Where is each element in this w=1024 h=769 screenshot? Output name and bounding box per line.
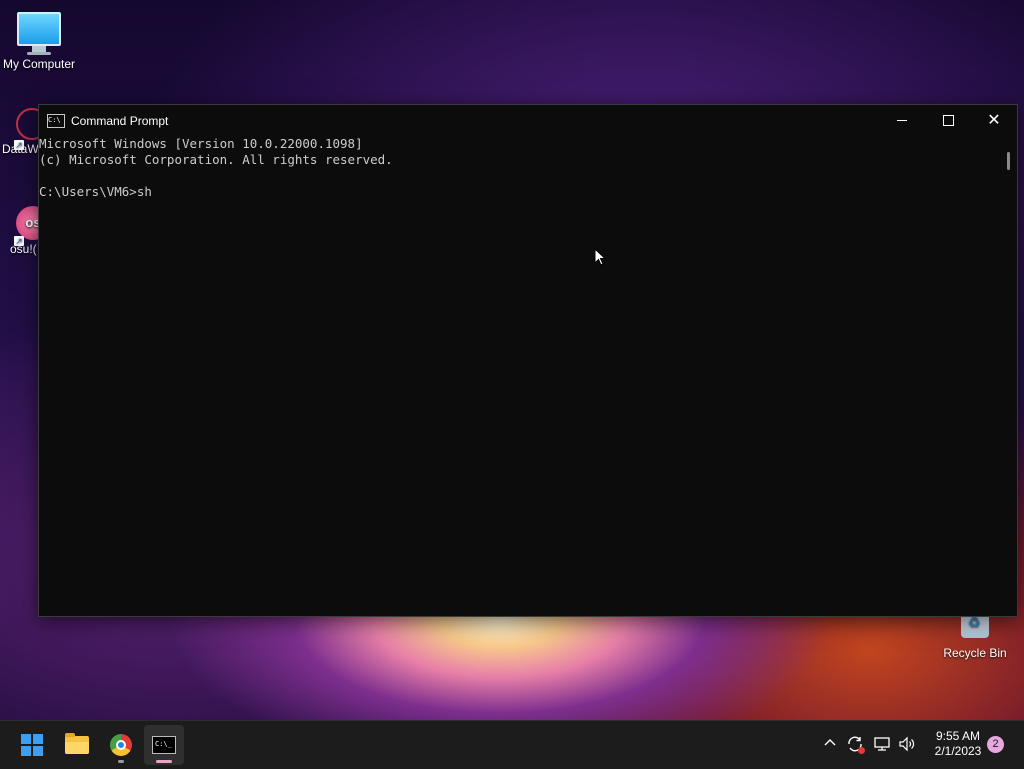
close-icon: ✕ bbox=[987, 111, 1001, 129]
show-hidden-icons-chevron-icon[interactable] bbox=[820, 735, 840, 755]
running-indicator bbox=[118, 760, 124, 763]
folder-icon bbox=[65, 733, 89, 754]
maximize-button[interactable] bbox=[925, 105, 971, 136]
minimize-icon bbox=[897, 120, 907, 121]
windows-logo-icon bbox=[21, 734, 43, 756]
taskbar-command-prompt[interactable]: C:\_ bbox=[144, 725, 184, 765]
shortcut-arrow-icon: ↗ bbox=[14, 236, 24, 246]
notification-badge[interactable]: 2 bbox=[987, 736, 1004, 753]
scrollbar-thumb[interactable] bbox=[1007, 152, 1010, 170]
console-prompt-line[interactable]: C:\Users\VM6>sh bbox=[39, 184, 1003, 200]
console-output[interactable]: Microsoft Windows [Version 10.0.22000.10… bbox=[39, 136, 1003, 616]
clock-date: 2/1/2023 bbox=[934, 744, 982, 758]
sync-error-dot bbox=[858, 747, 865, 754]
console-line: Microsoft Windows [Version 10.0.22000.10… bbox=[39, 136, 363, 151]
window-title: Command Prompt bbox=[71, 113, 169, 128]
desktop-icon-recycle-bin[interactable]: Recycle Bin bbox=[938, 612, 1012, 660]
command-prompt-window[interactable]: C:\ Command Prompt ✕ Microsoft Windows [… bbox=[38, 104, 1018, 617]
taskbar-chrome[interactable] bbox=[101, 725, 141, 765]
chrome-icon bbox=[110, 734, 132, 756]
cmd-icon: C:\_ bbox=[152, 736, 176, 754]
shortcut-arrow-icon: ↗ bbox=[14, 140, 24, 150]
console-line: (c) Microsoft Corporation. All rights re… bbox=[39, 152, 393, 167]
sync-icon[interactable] bbox=[845, 735, 865, 755]
volume-icon[interactable] bbox=[897, 735, 917, 755]
desktop-icon-label: My Computer bbox=[2, 57, 76, 71]
desktop-icon-label: Recycle Bin bbox=[943, 646, 1007, 660]
taskbar: C:\_ 9:55 AM 2/1/2023 2 bbox=[0, 720, 1024, 769]
network-icon[interactable] bbox=[872, 735, 892, 755]
taskbar-clock[interactable]: 9:55 AM 2/1/2023 bbox=[928, 729, 988, 759]
vertical-scrollbar[interactable] bbox=[1003, 136, 1017, 616]
close-button[interactable]: ✕ bbox=[971, 105, 1017, 136]
desktop-icon-my-computer[interactable]: My Computer bbox=[0, 10, 78, 71]
active-indicator bbox=[156, 760, 172, 763]
taskbar-file-explorer[interactable] bbox=[57, 725, 97, 765]
monitor-icon bbox=[0, 12, 78, 55]
window-titlebar[interactable]: C:\ Command Prompt ✕ bbox=[39, 105, 1017, 136]
taskbar-start-button[interactable] bbox=[12, 725, 52, 765]
maximize-icon bbox=[942, 115, 954, 126]
cmd-icon: C:\ bbox=[47, 113, 65, 128]
clock-time: 9:55 AM bbox=[935, 729, 981, 743]
minimize-button[interactable] bbox=[879, 105, 925, 136]
